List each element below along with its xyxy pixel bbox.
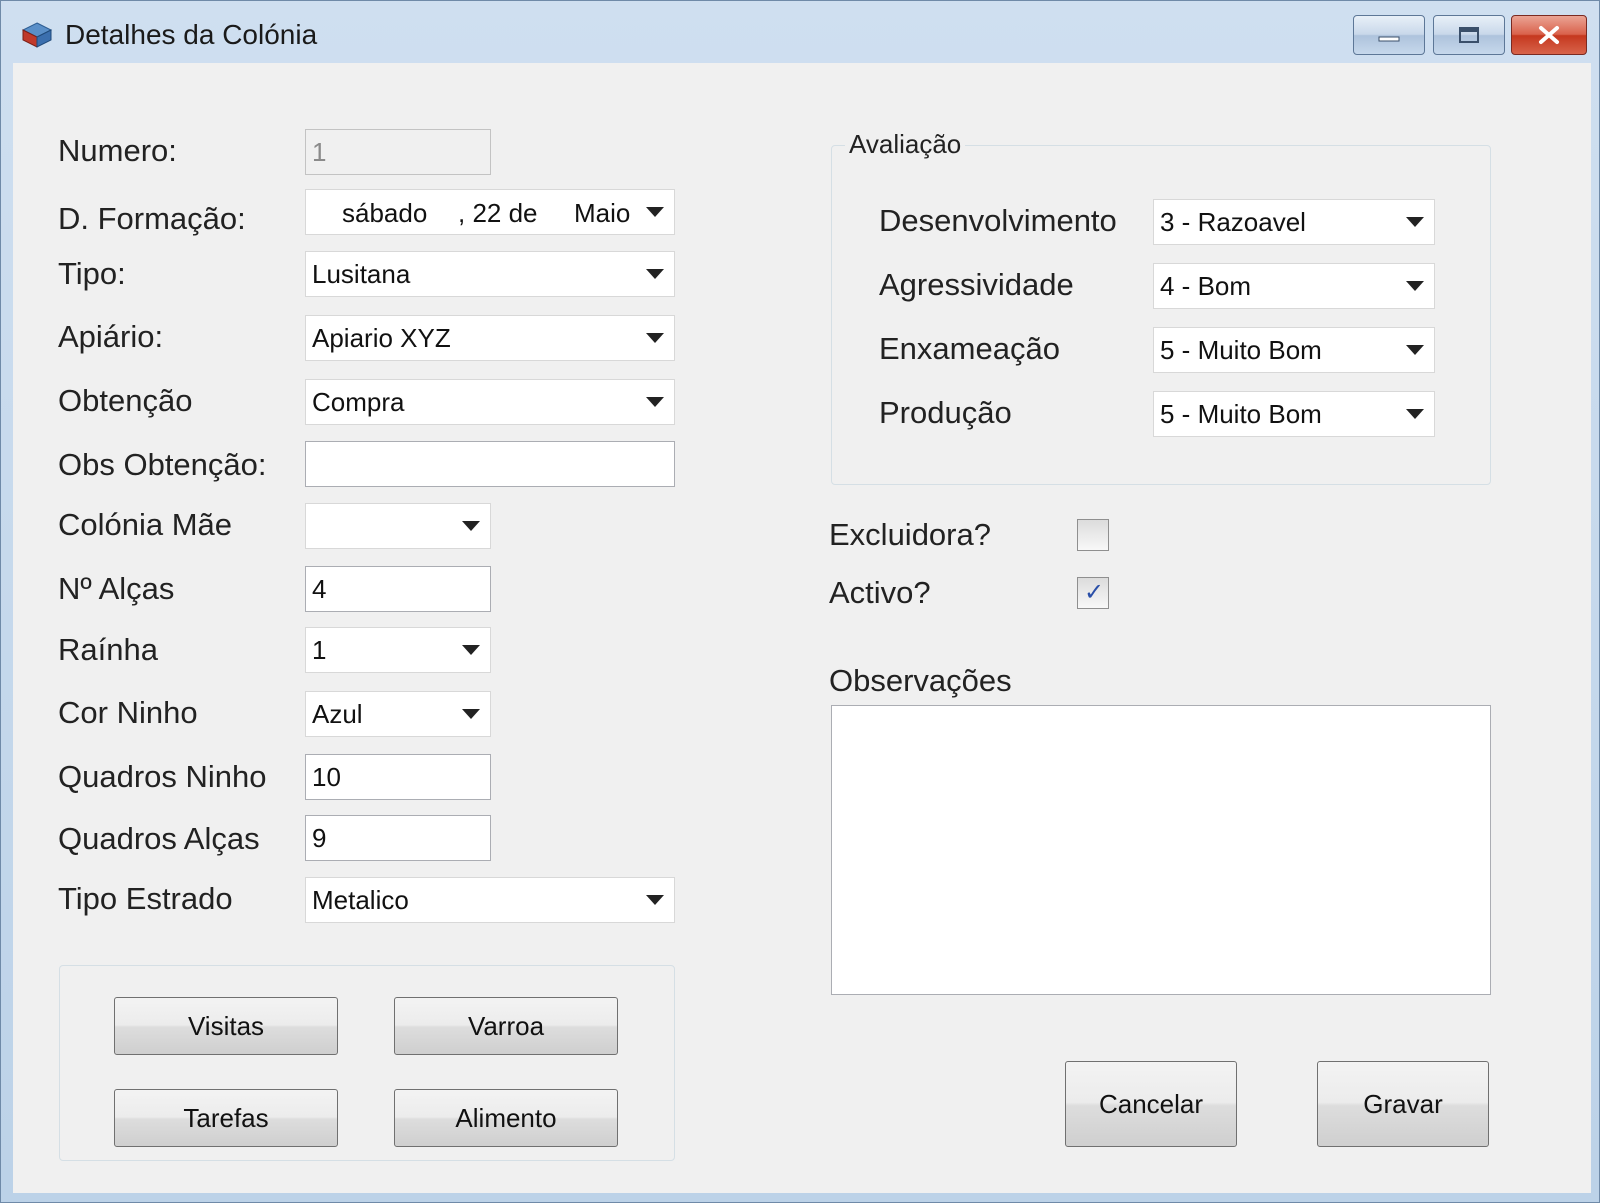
tipo-value: Lusitana xyxy=(312,258,411,289)
cor-ninho-label: Cor Ninho xyxy=(58,695,198,730)
bee-hive-icon xyxy=(21,22,53,48)
observacoes-label: Observações xyxy=(829,663,1012,698)
obtencao-value: Compra xyxy=(312,386,405,417)
chevron-down-icon[interactable] xyxy=(1406,409,1424,419)
chevron-down-icon[interactable] xyxy=(646,333,664,343)
agressividade-select[interactable]: 4 - Bom xyxy=(1153,263,1435,309)
chevron-down-icon[interactable] xyxy=(646,269,664,279)
cancel-button[interactable]: Cancelar xyxy=(1065,1061,1237,1147)
tipo-label: Tipo: xyxy=(58,256,126,291)
data-formacao-picker[interactable]: sábado , 22 de Maio xyxy=(305,189,675,235)
producao-select[interactable]: 5 - Muito Bom xyxy=(1153,391,1435,437)
n-alcas-input[interactable]: 4 xyxy=(305,566,491,612)
desenvolvimento-value: 3 - Razoavel xyxy=(1160,206,1306,237)
quadros-alcas-label: Quadros Alças xyxy=(58,821,260,856)
agressividade-value: 4 - Bom xyxy=(1160,270,1252,301)
observacoes-textarea[interactable] xyxy=(831,705,1491,995)
minimize-icon xyxy=(1378,36,1400,42)
quadros-ninho-input[interactable]: 10 xyxy=(305,754,491,800)
quadros-ninho-label: Quadros Ninho xyxy=(58,759,267,794)
rainha-label: Raínha xyxy=(58,632,158,667)
rainha-value: 1 xyxy=(312,634,327,665)
producao-label: Produção xyxy=(879,395,1012,430)
date-month[interactable]: Maio xyxy=(574,198,630,229)
varroa-button[interactable]: Varroa xyxy=(394,997,618,1055)
chevron-down-icon[interactable] xyxy=(646,895,664,905)
agressividade-label: Agressividade xyxy=(879,267,1074,302)
close-button[interactable] xyxy=(1511,15,1587,55)
numero-label: Numero: xyxy=(58,133,177,168)
client-area: Numero: 1 D. Formação: sábado , 22 de Ma… xyxy=(13,63,1591,1193)
activo-label: Activo? xyxy=(829,575,931,610)
apiario-label: Apiário: xyxy=(58,319,164,354)
obs-obtencao-input[interactable] xyxy=(305,441,675,487)
date-day[interactable]: , 22 de xyxy=(458,198,538,229)
date-weekday[interactable]: sábado xyxy=(342,198,427,229)
cor-ninho-select[interactable]: Azul xyxy=(305,691,491,737)
enxameacao-value: 5 - Muito Bom xyxy=(1160,334,1322,365)
alimento-button[interactable]: Alimento xyxy=(394,1089,618,1147)
tarefas-button[interactable]: Tarefas xyxy=(114,1089,338,1147)
rainha-select[interactable]: 1 xyxy=(305,627,491,673)
excluidora-checkbox[interactable] xyxy=(1077,519,1109,551)
obs-obtencao-label: Obs Obtenção: xyxy=(58,447,267,482)
cor-ninho-value: Azul xyxy=(312,698,363,729)
app-window: Detalhes da Colónia Numero: 1 D. Formaçã… xyxy=(0,0,1600,1203)
chevron-down-icon[interactable] xyxy=(462,645,480,655)
enxameacao-select[interactable]: 5 - Muito Bom xyxy=(1153,327,1435,373)
maximize-button[interactable] xyxy=(1433,15,1505,55)
visitas-button[interactable]: Visitas xyxy=(114,997,338,1055)
tipo-estrado-label: Tipo Estrado xyxy=(58,881,233,916)
save-button[interactable]: Gravar xyxy=(1317,1061,1489,1147)
apiario-value: Apiario XYZ xyxy=(312,322,451,353)
chevron-down-icon[interactable] xyxy=(1406,217,1424,227)
tipo-estrado-value: Metalico xyxy=(312,884,409,915)
tipo-estrado-select[interactable]: Metalico xyxy=(305,877,675,923)
colonia-mae-select[interactable] xyxy=(305,503,491,549)
numero-field: 1 xyxy=(305,129,491,175)
check-icon: ✓ xyxy=(1084,579,1105,606)
chevron-down-icon[interactable] xyxy=(462,709,480,719)
obtencao-select[interactable]: Compra xyxy=(305,379,675,425)
n-alcas-label: Nº Alças xyxy=(58,571,175,606)
tipo-select[interactable]: Lusitana xyxy=(305,251,675,297)
apiario-select[interactable]: Apiario XYZ xyxy=(305,315,675,361)
minimize-button[interactable] xyxy=(1353,15,1425,55)
excluidora-label: Excluidora? xyxy=(829,517,991,552)
chevron-down-icon[interactable] xyxy=(646,397,664,407)
maximize-icon xyxy=(1459,27,1479,43)
chevron-down-icon[interactable] xyxy=(1406,345,1424,355)
colonia-mae-label: Colónia Mãe xyxy=(58,507,233,542)
quadros-alcas-input[interactable]: 9 xyxy=(305,815,491,861)
chevron-down-icon[interactable] xyxy=(462,521,480,531)
chevron-down-icon[interactable] xyxy=(646,207,664,217)
data-formacao-label: D. Formação: xyxy=(58,201,246,236)
activo-checkbox[interactable]: ✓ xyxy=(1077,577,1109,609)
title-bar[interactable]: Detalhes da Colónia xyxy=(1,1,1600,63)
chevron-down-icon[interactable] xyxy=(1406,281,1424,291)
producao-value: 5 - Muito Bom xyxy=(1160,398,1322,429)
enxameacao-label: Enxameação xyxy=(879,331,1060,366)
window-title: Detalhes da Colónia xyxy=(65,19,318,50)
close-icon xyxy=(1539,26,1559,44)
avaliacao-title: Avaliação xyxy=(845,129,966,160)
desenvolvimento-label: Desenvolvimento xyxy=(879,203,1117,238)
obtencao-label: Obtenção xyxy=(58,383,193,418)
desenvolvimento-select[interactable]: 3 - Razoavel xyxy=(1153,199,1435,245)
